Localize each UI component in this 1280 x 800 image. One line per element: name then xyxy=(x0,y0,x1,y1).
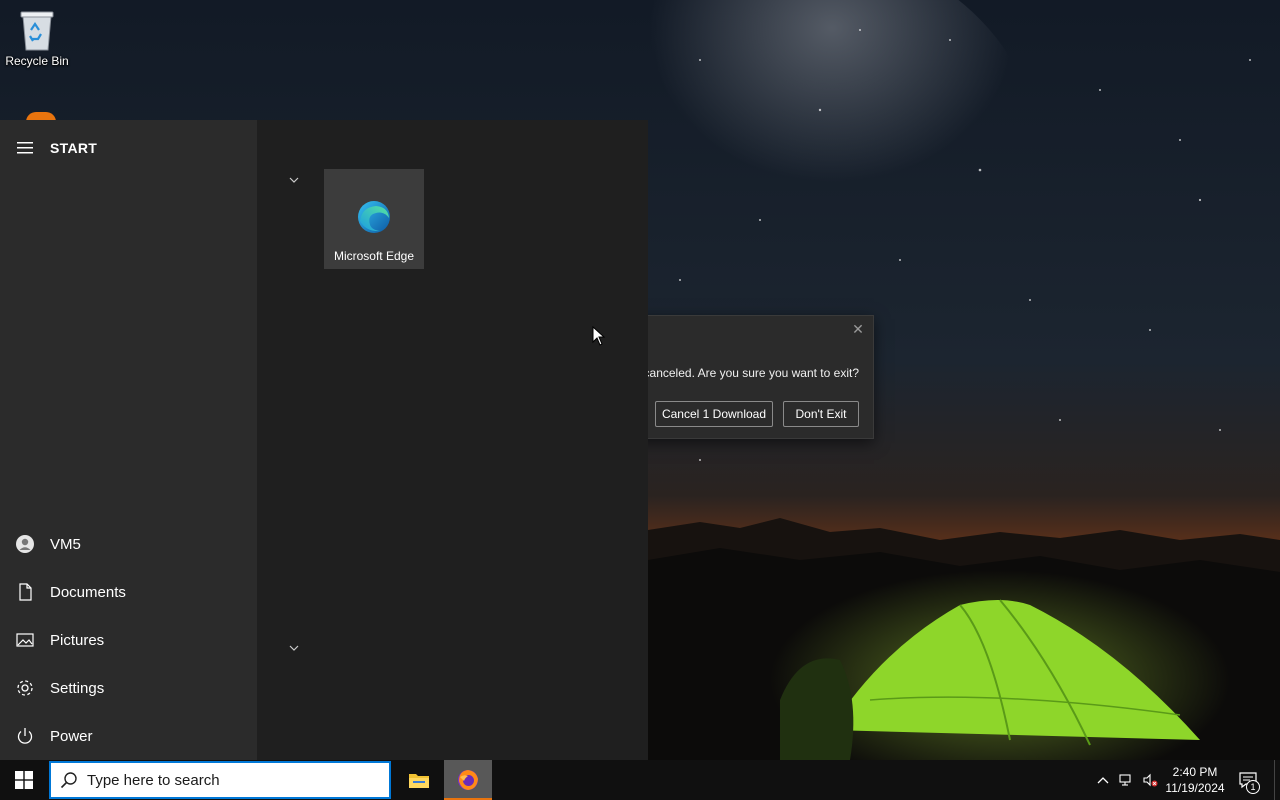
search-input[interactable] xyxy=(87,771,377,789)
taskbar-clock[interactable]: 2:40 PM 11/19/2024 xyxy=(1162,763,1228,797)
power-icon xyxy=(0,726,50,746)
close-icon[interactable]: ✕ xyxy=(849,320,867,338)
start-nav-power-label: Power xyxy=(50,727,93,745)
edge-icon xyxy=(358,201,390,233)
start-nav-settings[interactable]: Settings xyxy=(0,664,257,712)
collapse-group-button-2[interactable] xyxy=(285,639,303,657)
chevron-up-icon xyxy=(1097,777,1109,784)
taskbar-file-explorer[interactable] xyxy=(395,760,443,800)
network-tray-button[interactable] xyxy=(1116,770,1136,790)
network-icon xyxy=(1119,774,1131,786)
gear-icon xyxy=(0,678,50,698)
start-nav-documents-label: Documents xyxy=(50,583,126,601)
start-menu-left-pane: START VM5 Documents Pictures Settings Po… xyxy=(0,120,257,760)
dont-exit-button[interactable]: Don't Exit xyxy=(783,401,859,427)
start-nav-power[interactable]: Power xyxy=(0,712,257,760)
chevron-down-icon xyxy=(289,177,299,183)
folder-icon xyxy=(409,774,429,788)
start-nav-user[interactable]: VM5 xyxy=(0,520,257,568)
start-nav-settings-label: Settings xyxy=(50,679,105,697)
firefox-icon xyxy=(458,770,478,790)
tile-label: Microsoft Edge xyxy=(333,249,415,263)
chevron-down-icon xyxy=(289,645,299,651)
volume-tray-button[interactable] xyxy=(1140,770,1160,790)
desktop-icon-recycle-bin[interactable]: Recycle Bin xyxy=(2,6,72,76)
windows-logo-icon xyxy=(15,771,33,789)
hamburger-menu-button[interactable] xyxy=(0,134,50,162)
taskbar: 2:40 PM 11/19/2024 1 xyxy=(0,760,1280,800)
volume-muted-icon xyxy=(1143,773,1158,787)
clock-time: 2:40 PM xyxy=(1172,765,1218,779)
start-nav-user-label: VM5 xyxy=(50,535,81,553)
start-nav-pictures-label: Pictures xyxy=(50,631,105,649)
user-icon xyxy=(0,534,50,554)
start-button[interactable] xyxy=(0,760,48,800)
search-icon xyxy=(51,771,87,789)
hamburger-icon xyxy=(17,142,33,154)
clock-date: 11/19/2024 xyxy=(1165,781,1225,795)
notification-count-badge: 1 xyxy=(1246,780,1260,794)
recycle-bin-icon xyxy=(20,11,54,51)
cancel-download-button[interactable]: Cancel 1 Download xyxy=(655,401,773,427)
show-hidden-icons-button[interactable] xyxy=(1094,770,1112,790)
taskbar-firefox[interactable] xyxy=(444,760,492,800)
show-desktop-button[interactable] xyxy=(1274,760,1280,800)
start-nav-pictures[interactable]: Pictures xyxy=(0,616,257,664)
start-menu-tiles-pane xyxy=(257,120,648,760)
collapse-group-button[interactable] xyxy=(285,171,303,189)
start-title: START xyxy=(50,140,98,156)
mouse-cursor-icon xyxy=(592,326,606,346)
document-icon xyxy=(0,582,50,602)
recycle-bin-label: Recycle Bin xyxy=(5,54,69,68)
start-header: START xyxy=(0,134,257,162)
tile-microsoft-edge[interactable]: Microsoft Edge xyxy=(324,169,424,269)
dialog-message: canceled. Are you sure you want to exit? xyxy=(643,366,859,380)
start-nav-documents[interactable]: Documents xyxy=(0,568,257,616)
taskbar-search-box[interactable] xyxy=(49,761,391,799)
pictures-icon xyxy=(0,630,50,650)
